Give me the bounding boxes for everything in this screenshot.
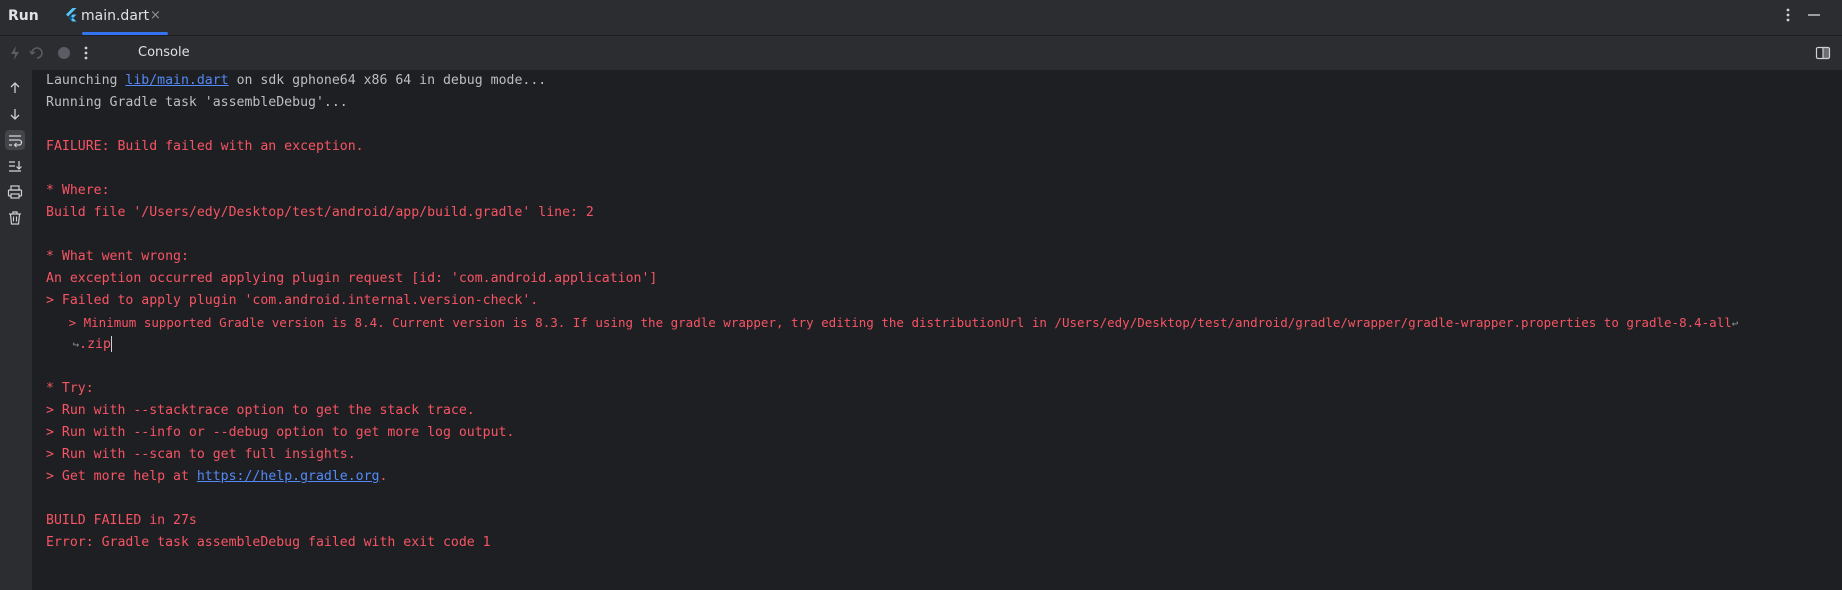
more-options-icon[interactable] (1780, 5, 1796, 25)
console-line: > Run with --info or --debug option to g… (46, 425, 515, 440)
console-line: * Try: (46, 381, 94, 396)
soft-wrap-mark-icon: ↩ (1731, 317, 1739, 330)
console-text: > Get more help at (46, 469, 197, 484)
hot-reload-icon[interactable] (6, 44, 24, 62)
console-side-toolbar (0, 70, 32, 590)
flutter-icon (64, 7, 78, 23)
console-text: . (379, 469, 388, 484)
console-line: > Get more help at https://help.gradle.o… (46, 466, 387, 488)
print-icon[interactable] (5, 182, 25, 202)
tab-main-dart[interactable]: main.dart (81, 8, 149, 24)
console-line: Launching lib/main.dart on sdk gphone64 … (46, 70, 546, 92)
hot-restart-icon[interactable] (28, 44, 46, 62)
console-line: An exception occurred applying plugin re… (46, 271, 658, 286)
minimize-icon[interactable] (1806, 5, 1822, 25)
console-line: FAILURE: Build failed with an exception. (46, 139, 364, 154)
console-text: Launching (46, 73, 126, 88)
console-line: > Minimum supported Gradle version is 8.… (46, 312, 1739, 334)
console-line: BUILD FAILED in 27s (46, 513, 197, 528)
console-line: Error: Gradle task assembleDebug failed … (46, 535, 491, 550)
file-link-main-dart[interactable]: lib/main.dart (125, 73, 228, 88)
console-line: Running Gradle task 'assembleDebug'... (46, 95, 348, 110)
console-line: * What went wrong: (46, 249, 189, 264)
scroll-to-end-icon[interactable] (5, 156, 25, 176)
console-text: .zip (79, 337, 111, 352)
tab-close-button[interactable]: × (150, 8, 161, 23)
tool-window-title: Run (8, 8, 39, 24)
console-output[interactable]: Launching lib/main.dart on sdk gphone64 … (35, 70, 1835, 590)
run-tool-window: Run main.dart × Console Launching lib/ma… (0, 0, 1842, 590)
stop-icon[interactable] (55, 44, 73, 62)
toolbar-more-icon[interactable] (77, 44, 95, 62)
trash-icon[interactable] (5, 208, 25, 228)
soft-wrap-mark-icon: ↪ (46, 338, 80, 351)
console-line: > Failed to apply plugin 'com.android.in… (46, 293, 539, 308)
console-text: on sdk gphone64 x86 64 in debug mode... (228, 73, 547, 88)
tab-console[interactable]: Console (138, 45, 190, 60)
arrow-up-icon[interactable] (5, 78, 25, 98)
layout-icon[interactable] (1814, 44, 1832, 62)
console-line: > Run with --scan to get full insights. (46, 447, 356, 462)
soft-wrap-icon[interactable] (5, 130, 25, 150)
console-line: * Where: (46, 183, 110, 198)
active-tab-indicator (82, 32, 168, 35)
arrow-down-icon[interactable] (5, 104, 25, 124)
console-line: Build file '/Users/edy/Desktop/test/andr… (46, 205, 594, 220)
text-caret (110, 336, 112, 352)
console-text: > Minimum supported Gradle version is 8.… (46, 315, 1732, 330)
gradle-help-link[interactable]: https://help.gradle.org (197, 469, 380, 484)
console-toolbar: Console (0, 36, 1842, 70)
console-line: ↪.zip (46, 334, 112, 356)
console-line: > Run with --stacktrace option to get th… (46, 403, 475, 418)
run-tab-bar: Run main.dart × (0, 0, 1842, 36)
